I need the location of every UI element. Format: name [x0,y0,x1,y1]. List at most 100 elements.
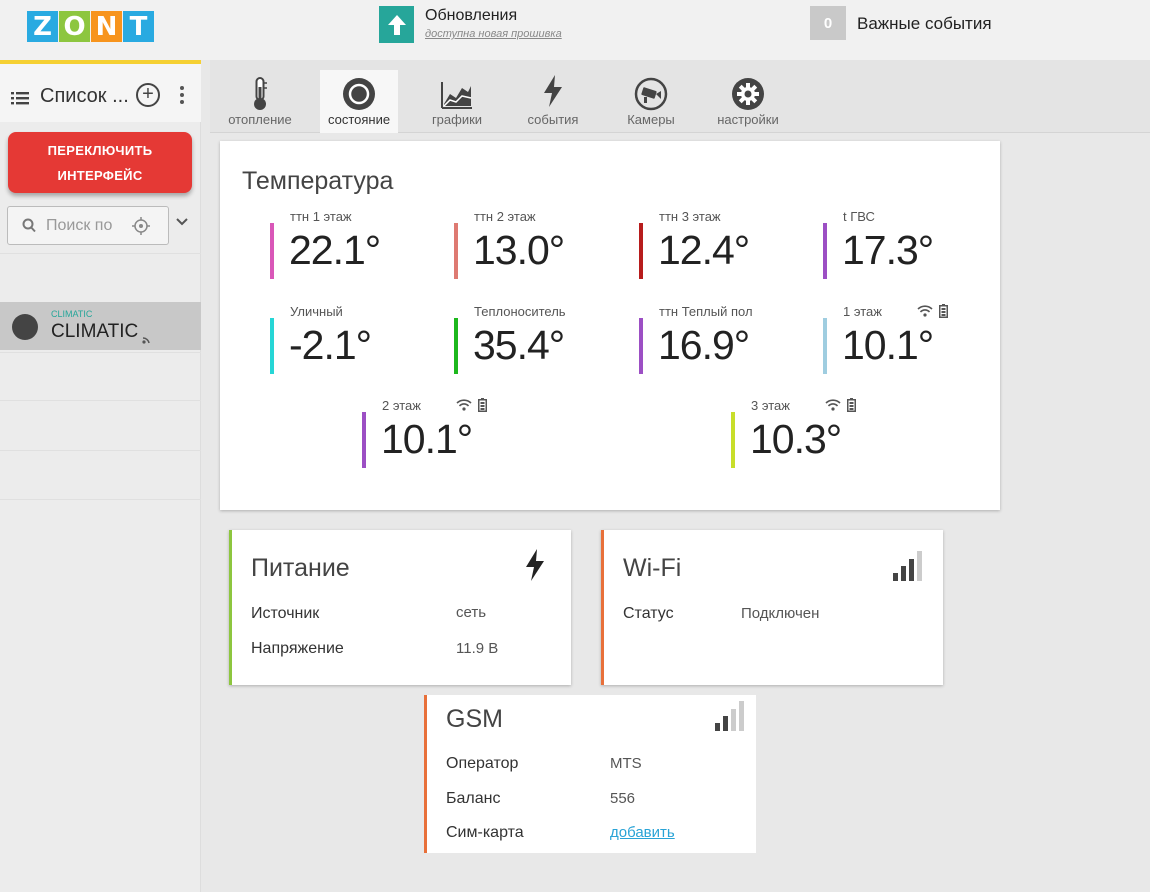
switch-interface-line2: ИНТЕРФЕЙС [57,168,143,183]
sensor-tile[interactable]: ттн 1 этаж 22.1° [270,209,440,279]
updates-title[interactable]: Обновления [425,7,517,25]
device-type-label: CLIMATIC [51,309,93,319]
sensor-value: 16.9° [658,322,750,368]
firmware-available-link[interactable]: доступна новая прошивка [425,28,562,40]
battery-icon [939,304,948,318]
add-device-button[interactable]: + [136,83,160,107]
update-arrow-icon[interactable] [379,6,414,43]
wifi-icon [825,399,841,411]
sensor-label: Теплоноситель [474,304,566,319]
tab-settings[interactable]: настройки [708,70,788,133]
battery-icon [478,398,487,412]
sensor-tile[interactable]: t ГВС 17.3° [823,209,993,279]
switch-interface-button[interactable]: ПЕРЕКЛЮЧИТЬ ИНТЕРФЕЙС [8,132,192,193]
gsm-row-value: 556 [610,790,636,807]
sensor-label: t ГВС [843,209,875,224]
sensor-value: 13.0° [473,227,565,273]
list-slot [0,253,201,301]
card-accent [601,530,604,685]
card-accent [229,530,232,685]
tab-bar: отопление состояние графики события Каме… [210,60,1150,133]
sensor-value: 22.1° [289,227,381,273]
sensor-color-bar [639,223,643,279]
chart-icon [441,82,472,109]
gsm-row-label: Сим-карта [446,824,524,841]
wifi-card: Wi-Fi Статус Подключен [601,530,943,685]
sensor-color-bar [362,412,366,468]
sensor-tile[interactable]: 2 этаж 10.1° [362,398,532,468]
signal-strength-icon [893,551,922,581]
important-events-label[interactable]: Важные события [857,14,992,34]
card-accent [424,695,427,853]
sidebar-header: Список ... + [0,64,201,122]
search-input[interactable]: Поиск по [7,206,169,245]
wifi-row-label: Статус [623,605,674,622]
switch-interface-line1: ПЕРЕКЛЮЧИТЬ [47,143,153,158]
list-slot [0,400,201,450]
wifi-icon [917,305,933,317]
battery-icon [847,398,856,412]
wifi-row-value: Подключен [741,605,820,622]
signal-strength-icon [715,701,744,731]
temperature-card: Температура ттн 1 этаж 22.1° ттн 2 этаж … [220,141,1000,510]
wifi-icon [456,399,472,411]
tab-cameras[interactable]: Камеры [614,70,688,133]
zont-logo[interactable]: Z O N T [27,11,154,42]
power-row-value: 11.9 В [456,640,499,657]
sensor-tile[interactable]: 3 этаж 10.3° [731,398,901,468]
sensor-color-bar [270,318,274,374]
sensor-tile[interactable]: ттн Теплый пол 16.9° [639,304,809,374]
logo-letter: N [91,11,122,42]
sensor-color-bar [270,223,274,279]
sensor-status-icons [456,398,487,412]
tab-label: события [527,112,579,127]
list-slot [0,450,201,500]
logo-letter: T [123,11,154,42]
chevron-down-icon[interactable] [176,218,188,226]
sensor-color-bar [823,223,827,279]
sensor-value: 35.4° [473,322,565,368]
list-menu-icon[interactable] [11,92,29,105]
gsm-card: GSM Оператор MTS Баланс 556 Сим-карта до… [424,695,756,853]
sensor-tile[interactable]: 1 этаж 10.1° [823,304,993,374]
sensor-color-bar [823,318,827,374]
gsm-row-label: Оператор [446,755,519,772]
device-item-climatic[interactable]: CLIMATIC CLIMATIC [0,302,201,350]
sensor-color-bar [639,318,643,374]
circle-icon [343,78,375,110]
device-status-dot [12,314,38,340]
sensor-label: 1 этаж [843,304,882,319]
tab-events[interactable]: события [514,70,592,133]
search-placeholder: Поиск по [46,217,113,234]
sensor-status-icons [825,398,856,412]
logo-letter: Z [27,11,58,42]
tab-status[interactable]: состояние [320,70,398,133]
sensor-tile[interactable]: Теплоноситель 35.4° [454,304,624,374]
sensor-tile[interactable]: ттн 2 этаж 13.0° [454,209,624,279]
power-row-label: Источник [251,605,320,622]
tab-label: Камеры [627,112,675,127]
wifi-title: Wi-Fi [623,554,682,582]
power-title: Питание [251,554,350,582]
more-options-icon[interactable] [180,86,184,107]
sensor-label: ттн 2 этаж [474,209,536,224]
sensor-status-icons [917,304,948,318]
device-name: CLIMATIC [51,321,139,342]
tab-charts[interactable]: графики [420,70,494,133]
search-icon [22,218,36,233]
lightning-icon [544,75,562,107]
add-sim-link[interactable]: добавить [610,824,675,841]
sensor-label: 3 этаж [751,398,790,413]
tab-heating[interactable]: отопление [220,70,300,133]
sensor-value: 10.3° [750,416,842,462]
sensor-tile[interactable]: ттн 3 этаж 12.4° [639,209,809,279]
events-count-badge[interactable]: 0 [810,6,846,40]
sensor-value: 12.4° [658,227,750,273]
gsm-row-value: MTS [610,755,642,772]
tab-label: состояние [327,112,391,127]
sensor-tile[interactable]: Уличный -2.1° [270,304,440,374]
sensor-label: ттн Теплый пол [659,304,753,319]
power-card: Питание Источник сеть Напряжение 11.9 В [229,530,571,685]
device-list-title[interactable]: Список ... [40,85,129,108]
locate-icon[interactable] [132,217,150,235]
